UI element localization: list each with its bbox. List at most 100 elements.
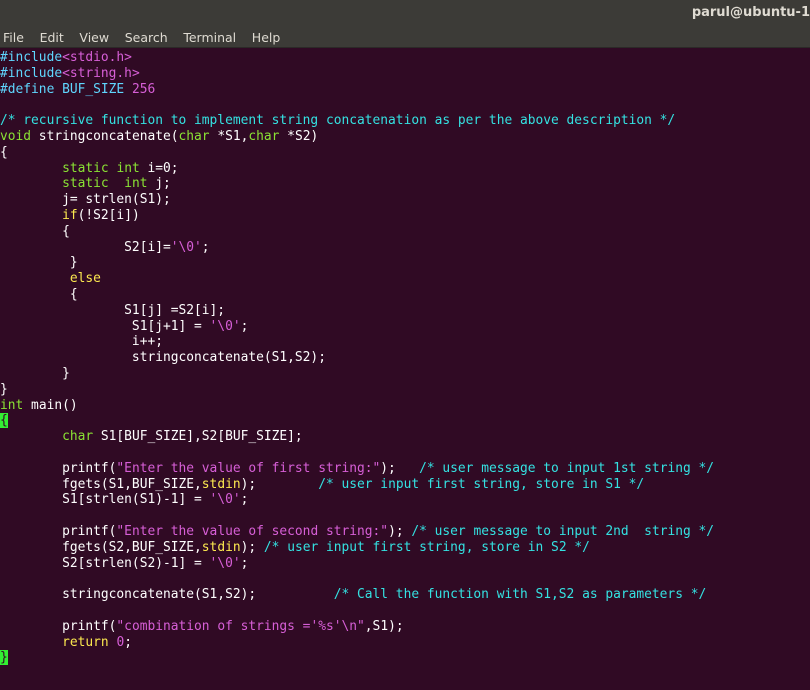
- code-token: (!S2[i]): [77, 208, 140, 223]
- code-line: return 0;: [0, 635, 132, 651]
- code-line: int main(): [0, 398, 78, 414]
- code-token: <stdio.h>: [62, 50, 132, 65]
- code-token: }: [0, 255, 78, 271]
- code-line: S1[strlen(S1)-1] = '\0';: [0, 492, 248, 508]
- code-token: fgets(S1,BUF_SIZE,: [0, 476, 202, 492]
- code-token: '\0': [209, 555, 241, 571]
- code-token: S1[j+1] =: [0, 318, 210, 334]
- code-token: /* recursive function to implement strin…: [0, 113, 676, 129]
- code-line: stringconcatenate(S1,S2); /* Call the fu…: [0, 587, 706, 603]
- code-token: {: [0, 144, 8, 160]
- code-token: '\0': [209, 318, 241, 334]
- code-token: int: [116, 160, 140, 176]
- code-token: ;: [201, 239, 210, 255]
- code-token: static: [62, 176, 109, 192]
- code-token: i=0;: [139, 160, 179, 176]
- code-token: j= strlen(S1);: [0, 192, 171, 208]
- code-token: stringconcatenate(S1,S2);: [0, 350, 326, 366]
- text-cursor: }: [0, 650, 8, 666]
- code-token: /* user message to input 2nd string */: [411, 524, 715, 539]
- code-line: void stringconcatenate(char *S1,char *S2…: [0, 129, 318, 145]
- code-token: "Enter the value of first string:": [116, 460, 381, 476]
- code-token: /* Call the function with S1,S2 as param…: [333, 587, 707, 603]
- code-line: char S1[BUF_SIZE],S2[BUF_SIZE];: [0, 429, 303, 445]
- menu-help[interactable]: Help: [252, 28, 281, 47]
- menu-edit[interactable]: Edit: [40, 28, 64, 47]
- code-token: int: [124, 176, 148, 192]
- code-token: printf(: [0, 460, 117, 476]
- code-line: i++;: [0, 334, 163, 350]
- terminal-editor[interactable]: #include<stdio.h> #include<string.h> #defi…: [0, 48, 810, 690]
- code-token: {: [0, 287, 78, 302]
- code-token: j;: [147, 176, 171, 192]
- code-token: #include: [0, 50, 63, 65]
- code-line: static int j;: [0, 176, 171, 192]
- code-token: stdin: [201, 476, 241, 492]
- menu-terminal[interactable]: Terminal: [183, 28, 236, 47]
- code-token: *S1,: [209, 129, 249, 144]
- code-token: #define BUF_SIZE: [0, 81, 132, 97]
- code-token: );: [240, 476, 319, 492]
- code-token: fgets(S2,BUF_SIZE,: [0, 539, 202, 555]
- code-line: S2[i]='\0';: [0, 239, 210, 256]
- code-line: S1[j+1] = '\0';: [0, 319, 248, 335]
- code-token: char: [248, 129, 280, 144]
- code-token: stdin: [201, 539, 241, 555]
- code-line: {: [0, 287, 78, 303]
- code-line: #include<stdio.h>: [0, 50, 132, 66]
- code-line: else: [0, 271, 101, 287]
- code-token: printf(: [0, 524, 117, 539]
- code-line: {: [0, 224, 70, 240]
- code-line: }: [0, 366, 70, 382]
- code-token: <string.h>: [62, 65, 140, 81]
- menu-search[interactable]: Search: [125, 28, 168, 47]
- code-line: #define BUF_SIZE 256: [0, 82, 155, 98]
- code-token: int: [0, 397, 24, 413]
- code-token: if: [62, 208, 78, 223]
- code-token: S1[strlen(S1)-1] =: [0, 492, 210, 508]
- code-line: #include<string.h>: [0, 66, 140, 82]
- code-line: fgets(S1,BUF_SIZE,stdin); /* user input …: [0, 477, 644, 493]
- code-line: fgets(S2,BUF_SIZE,stdin); /* user input …: [0, 540, 590, 556]
- code-token: ;: [124, 634, 132, 650]
- text-cursor: {: [0, 413, 8, 429]
- code-token: S2[strlen(S2)-1] =: [0, 555, 210, 571]
- code-token: "combination of strings =': [116, 618, 319, 634]
- window-titlebar: parul@ubuntu-1: [0, 0, 810, 27]
- menu-file[interactable]: File: [3, 28, 24, 47]
- window-title: parul@ubuntu-1: [691, 5, 810, 20]
- code-token: #include: [0, 65, 63, 81]
- code-token: ;: [240, 492, 249, 508]
- code-token: return: [62, 634, 109, 650]
- code-token: ,S1);: [364, 618, 404, 634]
- code-line: printf("Enter the value of first string:…: [0, 461, 714, 477]
- code-token: );: [240, 539, 264, 555]
- code-token: i++;: [0, 334, 163, 350]
- code-token: S1[BUF_SIZE],S2[BUF_SIZE];: [93, 429, 303, 445]
- code-token: /* user input first string, store in S2 …: [263, 539, 590, 555]
- code-token: void: [0, 129, 32, 144]
- code-line: printf("combination of strings ='%s'\n",…: [0, 619, 404, 635]
- code-line: j= strlen(S1);: [0, 192, 171, 208]
- code-token: "Enter the value of second string:": [116, 524, 389, 539]
- code-token: ;: [240, 555, 249, 571]
- code-token: char: [178, 129, 210, 144]
- code-token: '\0': [170, 239, 202, 255]
- code-token: 256: [131, 81, 156, 97]
- code-token: );: [388, 524, 412, 539]
- code-token: S2[i]=: [0, 239, 171, 255]
- code-line: stringconcatenate(S1,S2);: [0, 350, 326, 366]
- code-line: {: [0, 413, 8, 429]
- menu-view[interactable]: View: [79, 28, 109, 47]
- menu-bar: File Edit View Search Terminal Help: [0, 27, 810, 48]
- code-token: /* user input first string, store in S1 …: [318, 476, 645, 492]
- code-token: '\n": [333, 618, 365, 634]
- code-line: static int i=0;: [0, 160, 179, 177]
- code-token: %s: [318, 618, 334, 634]
- code-line: S2[strlen(S2)-1] = '\0';: [0, 556, 248, 572]
